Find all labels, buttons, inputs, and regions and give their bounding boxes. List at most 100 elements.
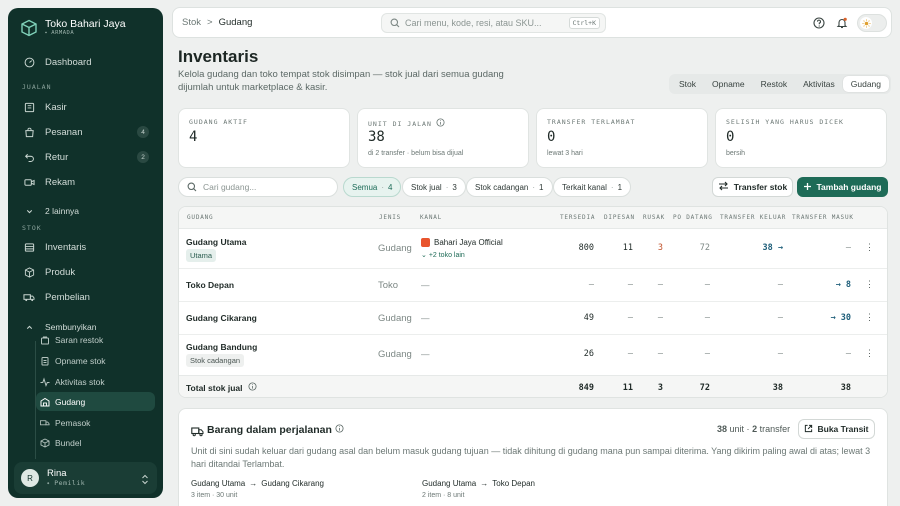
sidebar-item-kasir[interactable]: Kasir — [14, 97, 157, 117]
cell-transfer-masuk[interactable]: → 8 — [804, 280, 851, 290]
sidebar-item-dashboard[interactable]: Dashboard — [14, 52, 157, 72]
warehouse-search-input[interactable]: Cari gudang... — [178, 177, 338, 197]
col-header-jenis[interactable]: JENIS — [379, 207, 401, 229]
stat-label: GUDANG AKTIF — [189, 118, 248, 126]
video-camera-icon — [23, 176, 35, 188]
row-menu-icon[interactable]: ⋮ — [865, 348, 874, 359]
tab-opname[interactable]: Opname — [704, 76, 753, 92]
channel-more-link[interactable]: ⌄ +2 toko lain — [421, 251, 465, 259]
breadcrumb-parent[interactable]: Stok — [182, 17, 201, 28]
table-row[interactable]: Gudang Bandung Stok cadangan Gudang — 26… — [179, 335, 887, 375]
sidebar-subitem-saran-restok[interactable]: Saran restok — [36, 330, 155, 349]
filter-chip-stok-jual[interactable]: Stok jual · 3 — [402, 177, 466, 197]
user-menu[interactable]: R Rina ⬩ Pemilik — [14, 462, 157, 494]
stat-card-unit-di-jalan[interactable]: UNIT DI JALAN 38 di 2 transfer · belum b… — [357, 108, 529, 168]
col-header-transfer-keluar[interactable]: TRANSFER KELUAR — [720, 207, 786, 229]
chip-separator: · — [610, 182, 614, 192]
dashboard-icon — [23, 56, 35, 68]
truck-icon — [40, 418, 50, 428]
table-row[interactable]: Gudang Cikarang Gudang — 49 — — — — → 30… — [179, 302, 887, 335]
sidebar-item-retur[interactable]: Retur 2 — [14, 147, 157, 167]
cell-po-datang: — — [704, 349, 710, 359]
table-row[interactable]: Gudang Utama Utama Gudang Bahari Jaya Of… — [179, 229, 887, 269]
search-icon — [390, 18, 400, 28]
cell-tersedia: 26 — [583, 349, 594, 359]
chip-label: Stok cadangan — [475, 182, 529, 192]
col-header-kanal[interactable]: KANAL — [420, 207, 442, 229]
pesanan-count-badge: 4 — [137, 126, 149, 138]
cell-dipesan: — — [627, 349, 633, 359]
sidebar-subitem-bundel[interactable]: Bundel — [36, 433, 155, 452]
col-header-transfer-masuk[interactable]: TRANSFER MASUK — [792, 207, 854, 229]
sidebar-item-produk[interactable]: Produk — [14, 262, 157, 282]
cell-transfer-masuk[interactable]: → 30 — [804, 313, 851, 323]
external-link-icon — [804, 424, 813, 435]
filter-chip-semua[interactable]: Semua · 4 — [343, 177, 402, 197]
warehouse-name: Toko Depan — [186, 280, 235, 290]
filter-chip-terkait-kanal[interactable]: Terkait kanal · 1 — [553, 177, 632, 197]
col-header-gudang[interactable]: GUDANG — [187, 207, 213, 229]
tab-restok[interactable]: Restok — [753, 76, 795, 92]
tab-aktivitas[interactable]: Aktivitas — [795, 76, 843, 92]
brand[interactable]: Toko Bahari Jaya ⬩ ARMADA — [20, 18, 126, 37]
open-transit-button[interactable]: Buka Transit — [798, 419, 875, 439]
total-rusak: 3 — [657, 383, 663, 393]
channel-name: — — [421, 313, 430, 323]
sidebar-more-toggle[interactable]: 2 lainnya — [14, 201, 157, 221]
transit-route[interactable]: Gudang Utama → Toko Depan — [422, 479, 535, 488]
cell-transfer-masuk: — — [845, 243, 851, 253]
total-transfer-masuk: 38 — [840, 383, 851, 393]
cell-transfer-keluar[interactable]: 38 → — [739, 243, 783, 253]
sidebar-subitem-aktivitas-stok[interactable]: Aktivitas stok — [36, 372, 155, 391]
help-icon[interactable] — [812, 16, 826, 30]
sidebar-subitem-pemasok[interactable]: Pemasok — [36, 413, 155, 432]
shortcut-hint: Ctrl+K — [568, 17, 600, 29]
chip-separator: · — [532, 182, 536, 192]
stat-value: 38 — [368, 129, 385, 145]
row-menu-icon[interactable]: ⋮ — [865, 312, 874, 323]
sidebar: Toko Bahari Jaya ⬩ ARMADA Dashboard JUAL… — [8, 8, 163, 498]
transit-route[interactable]: Gudang Utama → Gudang Cikarang — [191, 479, 324, 488]
chip-count: 1 — [617, 182, 623, 192]
sidebar-item-inventaris[interactable]: Inventaris — [14, 237, 157, 257]
stat-note: bersih — [726, 150, 746, 157]
info-icon — [436, 118, 445, 129]
transfer-arrows-icon — [718, 181, 729, 193]
col-header-rusak[interactable]: RUSAK — [643, 207, 665, 229]
theme-toggle[interactable] — [857, 14, 887, 32]
warehouse-table: GUDANG JENIS KANAL TERSEDIA DIPESAN RUSA… — [178, 206, 888, 398]
warehouse-name: Gudang Utama — [186, 237, 247, 247]
route-from: Gudang Utama — [191, 479, 246, 488]
section-label-jualan: JUALAN — [22, 83, 52, 91]
sidebar-item-pesanan[interactable]: Pesanan 4 — [14, 122, 157, 142]
info-icon[interactable] — [335, 424, 344, 436]
filter-chip-stok-cadangan[interactable]: Stok cadangan · 1 — [466, 177, 553, 197]
warehouse-name: Gudang Bandung — [186, 342, 258, 352]
col-header-tersedia[interactable]: TERSEDIA — [560, 207, 595, 229]
summary-units: 38 — [717, 424, 728, 434]
row-menu-icon[interactable]: ⋮ — [865, 242, 874, 253]
col-header-po-datang[interactable]: PO DATANG — [673, 207, 713, 229]
sidebar-subitem-gudang[interactable]: Gudang — [36, 392, 155, 411]
global-search-input[interactable]: Cari menu, kode, resi, atau SKU... Ctrl+… — [381, 13, 606, 33]
transfer-stock-button[interactable]: Transfer stok — [712, 177, 793, 197]
info-icon[interactable] — [248, 382, 257, 393]
stat-label-text: UNIT DI JALAN — [368, 119, 432, 128]
col-header-dipesan[interactable]: DIPESAN — [604, 207, 635, 229]
summary-transfers-label: transfer — [759, 424, 791, 434]
summary-units-label: unit · — [729, 424, 750, 434]
bell-icon[interactable] — [835, 16, 849, 30]
add-warehouse-button[interactable]: Tambah gudang — [797, 177, 888, 197]
tab-stok[interactable]: Stok — [671, 76, 704, 92]
subitem-label: Bundel — [55, 437, 82, 448]
channel-more-label: +2 toko lain — [428, 252, 465, 259]
sidebar-item-pembelian[interactable]: Pembelian — [14, 287, 157, 307]
tab-gudang[interactable]: Gudang — [842, 76, 889, 92]
search-icon — [187, 182, 197, 192]
chip-count: 1 — [539, 182, 544, 192]
sidebar-item-rekam[interactable]: Rekam — [14, 172, 157, 192]
sidebar-subitem-opname-stok[interactable]: Opname stok — [36, 351, 155, 370]
table-row[interactable]: Toko Depan Toko — — — — — — → 8 ⋮ — [179, 269, 887, 302]
row-menu-icon[interactable]: ⋮ — [865, 279, 874, 290]
return-icon — [23, 151, 35, 163]
